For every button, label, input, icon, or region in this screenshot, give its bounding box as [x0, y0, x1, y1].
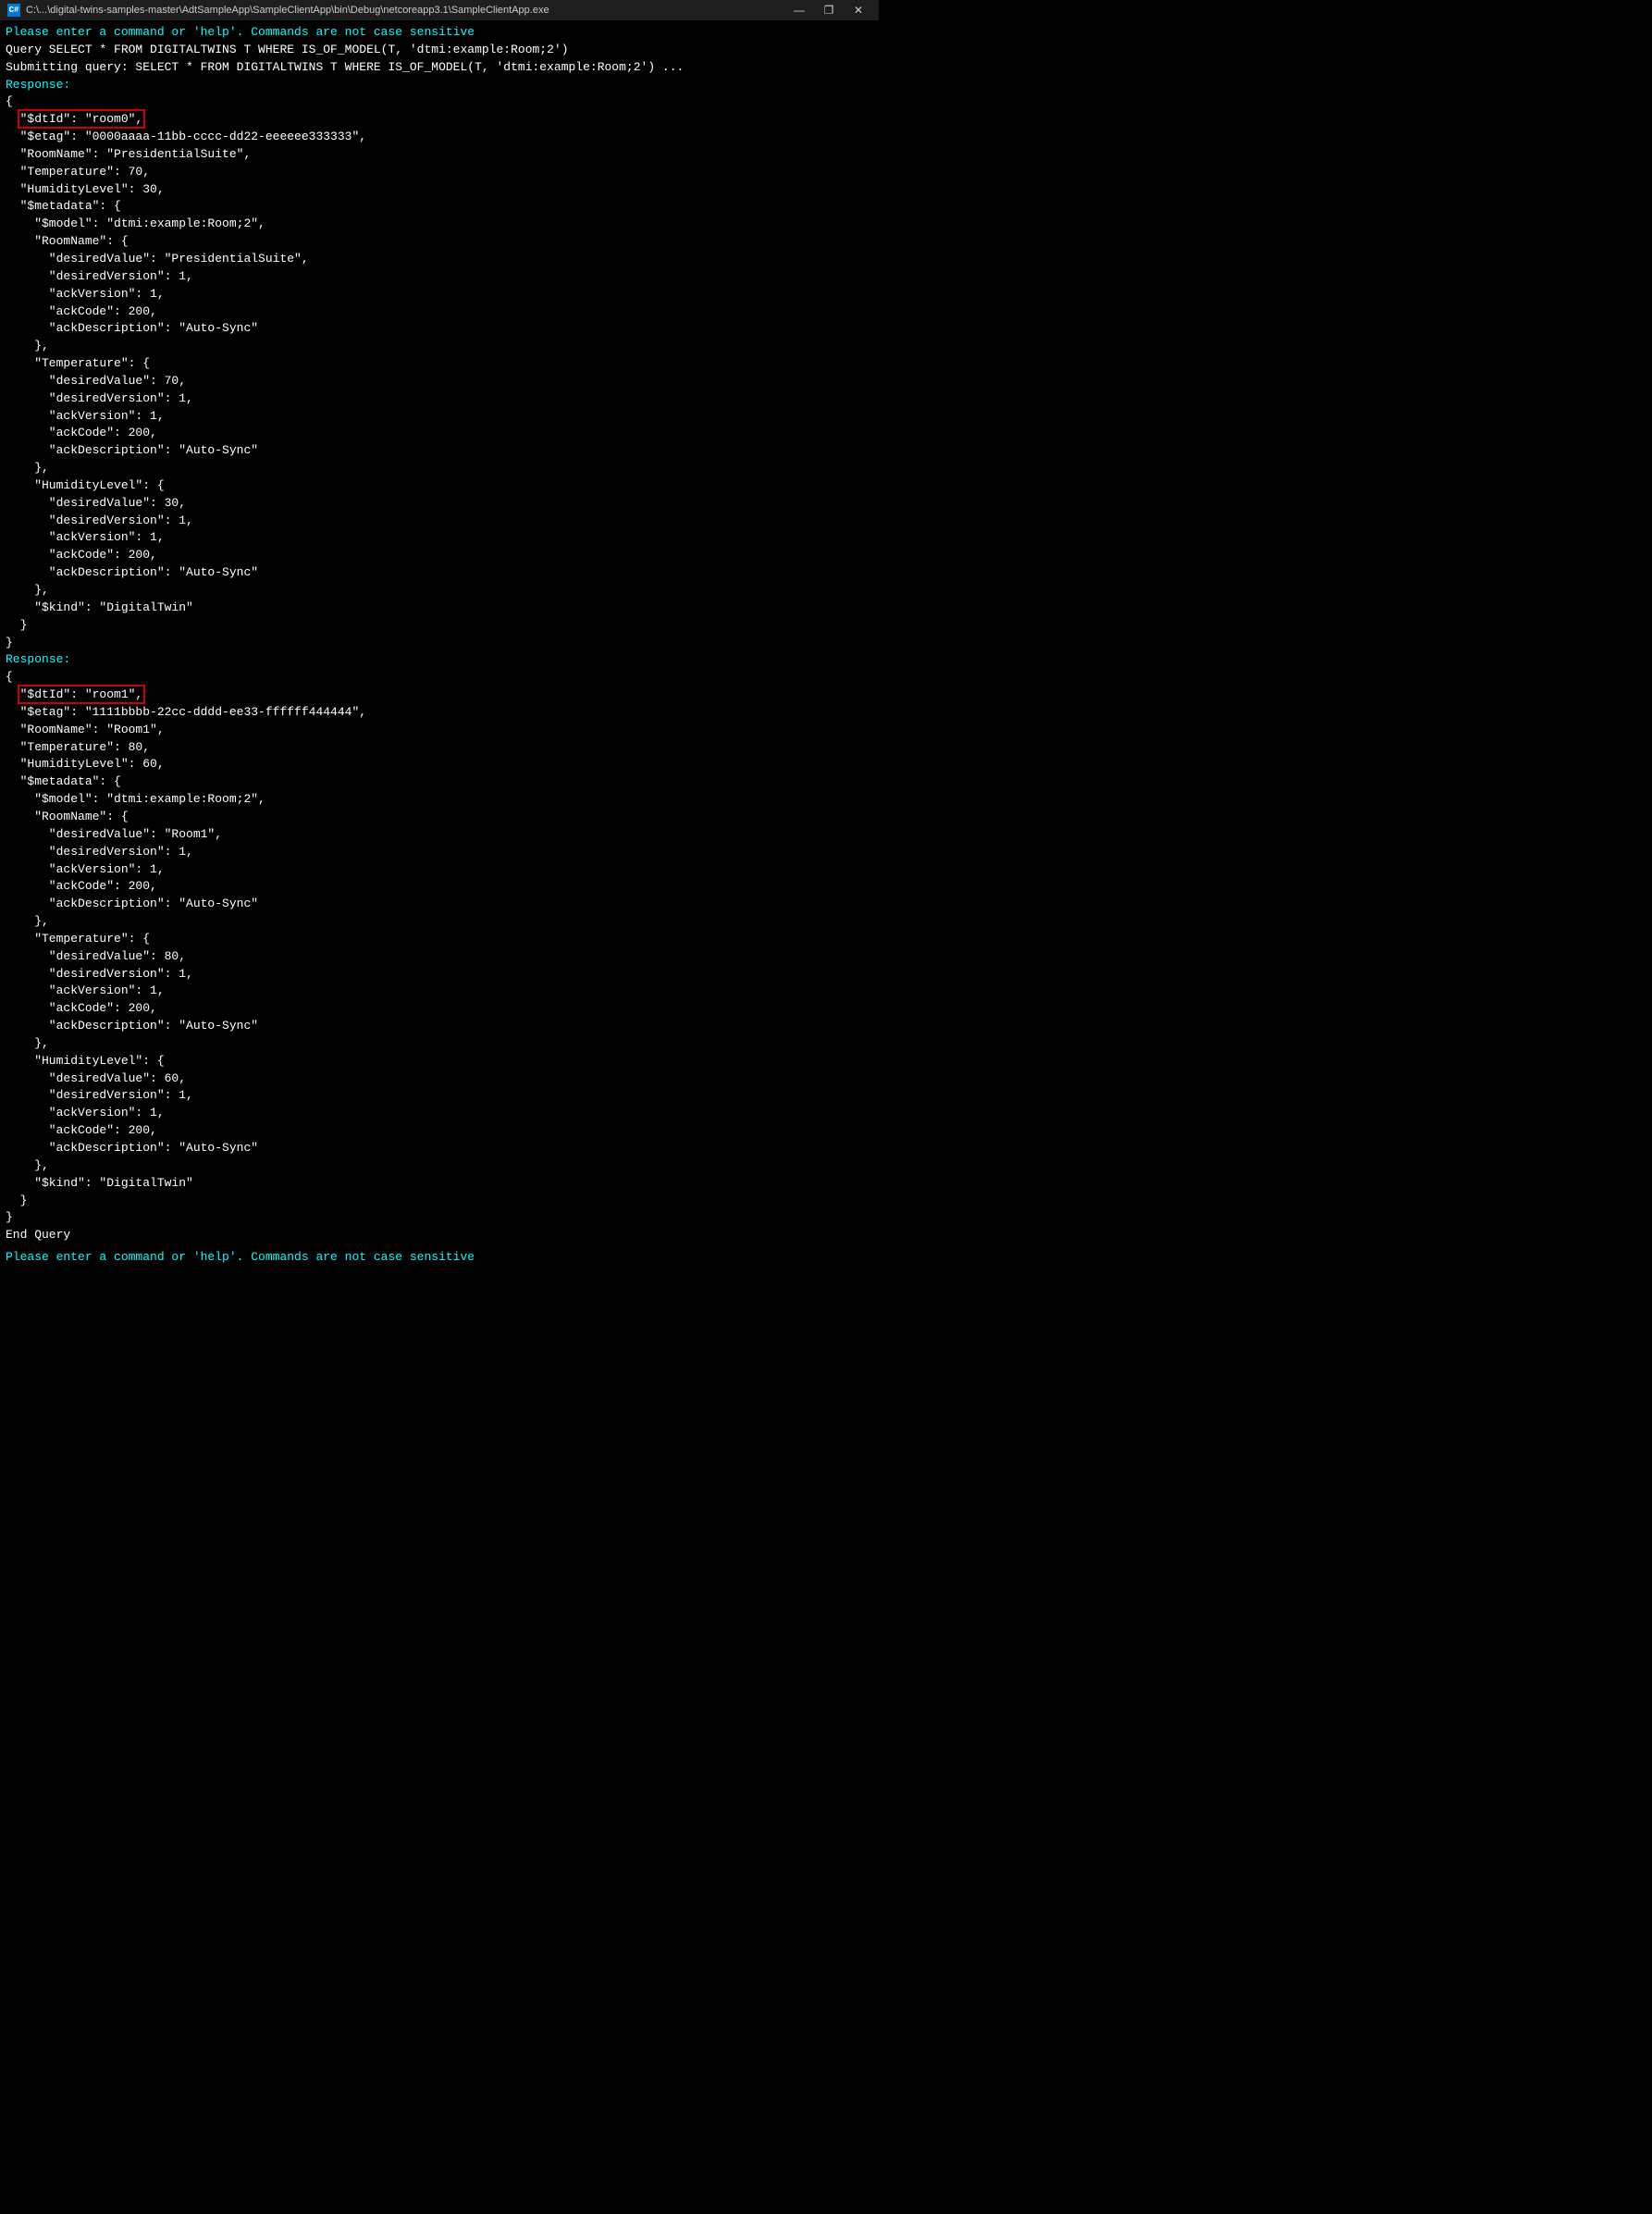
end-query-line: End Query: [6, 1227, 873, 1244]
r2-dtid-highlight: "$dtId": "room1",: [20, 687, 143, 701]
r2-temp-open: "Temperature": {: [6, 931, 873, 948]
r2-temp-dv: "desiredValue": 80,: [6, 948, 873, 966]
r1-temp-dver: "desiredVersion": 1,: [6, 390, 873, 408]
r1-dtid: "$dtId": "room0",: [6, 111, 873, 129]
r2-hum-ackcode: "ackCode": 200,: [6, 1122, 873, 1140]
r2-kind: "$kind": "DigitalTwin": [6, 1175, 873, 1193]
r1-hum-dv: "desiredValue": 30,: [6, 495, 873, 513]
r2-hum-ackver: "ackVersion": 1,: [6, 1105, 873, 1122]
r2-etag: "$etag": "1111bbbb-22cc-dddd-ee33-ffffff…: [6, 704, 873, 722]
title-bar-left: C# C:\...\digital-twins-samples-master\A…: [7, 4, 549, 17]
r1-etag: "$etag": "0000aaaa-11bb-cccc-dd22-eeeeee…: [6, 129, 873, 146]
response1-block: { "$dtId": "room0", "$etag": "0000aaaa-1…: [6, 93, 873, 651]
r2-open-brace: {: [6, 669, 873, 686]
console-output: Please enter a command or 'help'. Comman…: [0, 20, 879, 1248]
title-bar-controls: — ❐ ✕: [786, 3, 871, 18]
r2-rn-dv: "desiredValue": "Room1",: [6, 826, 873, 844]
r2-roomname: "RoomName": "Room1",: [6, 722, 873, 739]
response2-label: Response:: [6, 651, 873, 669]
r2-hum-dver: "desiredVersion": 1,: [6, 1087, 873, 1105]
r1-hum-dver: "desiredVersion": 1,: [6, 513, 873, 530]
restore-button[interactable]: ❐: [816, 3, 842, 18]
r2-temp-ackver: "ackVersion": 1,: [6, 983, 873, 1000]
submitting-line: Submitting query: SELECT * FROM DIGITALT…: [6, 59, 873, 77]
response1-label: Response:: [6, 77, 873, 94]
r2-rn-ackdesc: "ackDescription": "Auto-Sync": [6, 896, 873, 913]
r2-rn-ackcode: "ackCode": 200,: [6, 878, 873, 896]
title-bar-path: C:\...\digital-twins-samples-master\AdtS…: [26, 5, 549, 16]
r2-temp-dver: "desiredVersion": 1,: [6, 966, 873, 983]
r2-temp-ackcode: "ackCode": 200,: [6, 1000, 873, 1018]
r1-hum-open: "HumidityLevel": {: [6, 477, 873, 495]
top-prompt-line: Please enter a command or 'help'. Comman…: [6, 24, 873, 42]
r1-close-brace: }: [6, 635, 873, 652]
r1-rn-ackver: "ackVersion": 1,: [6, 286, 873, 303]
r1-model: "$model": "dtmi:example:Room;2",: [6, 216, 873, 233]
r1-metadata-open: "$metadata": {: [6, 198, 873, 216]
r2-model: "$model": "dtmi:example:Room;2",: [6, 791, 873, 809]
r1-temp-ackcode: "ackCode": 200,: [6, 425, 873, 442]
r1-rn-ackdesc: "ackDescription": "Auto-Sync": [6, 320, 873, 338]
response2-block: { "$dtId": "room1", "$etag": "1111bbbb-2…: [6, 669, 873, 1227]
r1-temp-open: "Temperature": {: [6, 355, 873, 373]
r1-temp-close: },: [6, 460, 873, 477]
r2-rn-close: },: [6, 913, 873, 931]
r1-hum-ackver: "ackVersion": 1,: [6, 529, 873, 547]
r1-metadata-close: }: [6, 617, 873, 635]
r2-hum-ackdesc: "ackDescription": "Auto-Sync": [6, 1140, 873, 1157]
r1-rn-dv: "desiredValue": "PresidentialSuite",: [6, 251, 873, 268]
r2-close-brace: }: [6, 1209, 873, 1227]
r2-metadata-close: }: [6, 1193, 873, 1210]
query-line: Query SELECT * FROM DIGITALTWINS T WHERE…: [6, 42, 873, 59]
r2-hum-close: },: [6, 1157, 873, 1175]
r2-rn-ackver: "ackVersion": 1,: [6, 861, 873, 879]
window-frame: C# C:\...\digital-twins-samples-master\A…: [0, 0, 879, 1268]
r1-hum-ackcode: "ackCode": 200,: [6, 547, 873, 564]
r1-open-brace: {: [6, 93, 873, 111]
bottom-prompt-line: Please enter a command or 'help'. Comman…: [6, 1250, 873, 1264]
r2-metadata-open: "$metadata": {: [6, 773, 873, 791]
r2-temp-ackdesc: "ackDescription": "Auto-Sync": [6, 1018, 873, 1035]
r1-roomname: "RoomName": "PresidentialSuite",: [6, 146, 873, 164]
r2-humidity: "HumidityLevel": 60,: [6, 756, 873, 773]
r1-humidity: "HumidityLevel": 30,: [6, 181, 873, 199]
r1-rn-ackcode: "ackCode": 200,: [6, 303, 873, 321]
r1-temp-dv: "desiredValue": 70,: [6, 373, 873, 390]
r1-hum-ackdesc: "ackDescription": "Auto-Sync": [6, 564, 873, 582]
r1-temperature: "Temperature": 70,: [6, 164, 873, 181]
minimize-button[interactable]: —: [786, 3, 812, 18]
close-button[interactable]: ✕: [845, 3, 871, 18]
r2-hum-dv: "desiredValue": 60,: [6, 1070, 873, 1088]
r2-dtid: "$dtId": "room1",: [6, 686, 873, 704]
app-icon: C#: [7, 4, 20, 17]
r2-temp-close: },: [6, 1035, 873, 1053]
r1-temp-ackver: "ackVersion": 1,: [6, 408, 873, 426]
r1-temp-ackdesc: "ackDescription": "Auto-Sync": [6, 442, 873, 460]
r1-rn-open: "RoomName": {: [6, 233, 873, 251]
r2-rn-dver: "desiredVersion": 1,: [6, 844, 873, 861]
bottom-bar: Please enter a command or 'help'. Comman…: [0, 1248, 879, 1268]
r1-rn-close: },: [6, 338, 873, 355]
r1-dtid-highlight: "$dtId": "room0",: [20, 112, 143, 126]
r1-rn-dver: "desiredVersion": 1,: [6, 268, 873, 286]
r1-hum-close: },: [6, 582, 873, 600]
title-bar: C# C:\...\digital-twins-samples-master\A…: [0, 0, 879, 20]
r2-temperature: "Temperature": 80,: [6, 739, 873, 757]
r2-hum-open: "HumidityLevel": {: [6, 1053, 873, 1070]
r2-rn-open: "RoomName": {: [6, 809, 873, 826]
r1-kind: "$kind": "DigitalTwin": [6, 600, 873, 617]
